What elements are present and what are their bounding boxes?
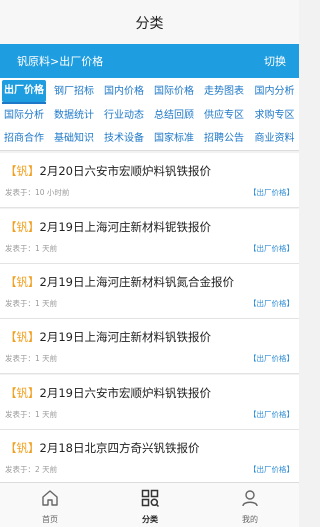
item-title-text: 2月18日北京四方奇兴钒铁报价	[39, 441, 200, 455]
tab-business-materials[interactable]: 商业资料	[250, 127, 299, 151]
nav-home[interactable]: 首页	[0, 483, 100, 527]
tab-steel-bidding[interactable]: 钢厂招标	[50, 80, 98, 104]
item-meta: 发表于：2 天前	[5, 465, 58, 474]
tab-summary-review[interactable]: 总结回顾	[150, 104, 198, 128]
tab-data-statistics[interactable]: 数据统计	[50, 104, 98, 128]
item-title: 【钒】2月19日上海河庄新材料钒氮合金报价	[5, 274, 234, 290]
article-list: 【钒】2月20日六安市宏顺炉料钒铁报价 发表于：10 小时前 【出厂价格】 【钒…	[0, 151, 299, 482]
item-category[interactable]: 【出厂价格】	[249, 298, 294, 309]
item-meta: 发表于：1 天前	[5, 354, 58, 363]
tab-trend-chart[interactable]: 走势图表	[200, 80, 248, 104]
top-header: 分类	[0, 0, 299, 45]
item-title: 【钒】2月18日北京四方奇兴钒铁报价	[5, 440, 199, 456]
item-meta: 发表于：1 天前	[5, 244, 58, 253]
category-tabs: 出厂价格 钢厂招标 国内价格 国际价格 走势图表 国内分析 国际分析 数据统计 …	[0, 78, 299, 151]
list-item[interactable]: 【钒】2月19日上海河庄新材料钒氮合金报价 发表于：1 天前 【出厂价格】	[0, 264, 299, 319]
item-tag: 【钒】	[5, 220, 40, 234]
item-title: 【钒】2月19日上海河庄新材料钒铁报价	[5, 329, 211, 345]
item-title: 【钒】2月20日六安市宏顺炉料钒铁报价	[5, 163, 211, 179]
tab-industry-news[interactable]: 行业动态	[100, 104, 148, 128]
status-bar-fragment	[253, 0, 293, 2]
item-tag: 【钒】	[5, 386, 40, 400]
item-tag: 【钒】	[5, 164, 40, 178]
item-title: 【钒】2月19日上海河庄新材料铌铁报价	[5, 219, 211, 235]
tab-supply-zone[interactable]: 供应专区	[200, 104, 248, 128]
list-item[interactable]: 【钒】2月19日上海河庄新材料铌铁报价 发表于：1 天前 【出厂价格】	[0, 209, 299, 264]
item-category[interactable]: 【出厂价格】	[249, 353, 294, 364]
tab-investment-cooperation[interactable]: 招商合作	[0, 127, 48, 151]
item-title-text: 2月20日六安市宏顺炉料钒铁报价	[39, 164, 211, 178]
tab-purchase-zone[interactable]: 求购专区	[250, 104, 299, 128]
tab-domestic-analysis[interactable]: 国内分析	[250, 80, 299, 104]
item-tag: 【钒】	[5, 275, 40, 289]
item-title-text: 2月19日上海河庄新材料钒氮合金报价	[39, 275, 234, 289]
bottom-tab-bar: 首页 分类 我的	[0, 482, 299, 527]
switch-button[interactable]: 切换	[264, 53, 286, 69]
list-item[interactable]: 【钒】2月19日六安市宏顺炉料钒铁报价 发表于：1 天前 【出厂价格】	[0, 375, 299, 430]
user-icon	[242, 490, 258, 507]
list-item[interactable]: 【钒】2月19日上海河庄新材料钒铁报价 发表于：1 天前 【出厂价格】	[0, 319, 299, 374]
nav-mine-label: 我的	[242, 515, 258, 524]
list-item[interactable]: 【钒】2月18日北京四方奇兴钒铁报价 发表于：2 天前 【出厂价格】	[0, 430, 299, 482]
tab-technical-equipment[interactable]: 技术设备	[100, 127, 148, 151]
nav-home-label: 首页	[42, 515, 58, 524]
item-tag: 【钒】	[5, 441, 40, 455]
item-meta: 发表于：1 天前	[5, 410, 58, 419]
item-meta: 发表于：10 小时前	[5, 188, 70, 197]
tab-basic-knowledge[interactable]: 基础知识	[50, 127, 98, 151]
item-title: 【钒】2月19日六安市宏顺炉料钒铁报价	[5, 385, 211, 401]
list-item[interactable]: 【钒】2月20日六安市宏顺炉料钒铁报价 发表于：10 小时前 【出厂价格】	[0, 153, 299, 208]
nav-category[interactable]: 分类	[100, 483, 200, 527]
item-category[interactable]: 【出厂价格】	[249, 409, 294, 420]
grid-icon	[141, 489, 160, 508]
item-category[interactable]: 【出厂价格】	[249, 464, 294, 475]
item-title-text: 2月19日上海河庄新材料钒铁报价	[39, 330, 211, 344]
breadcrumb-bar: 钒原料>出厂价格 切换	[0, 44, 299, 78]
tab-national-standards[interactable]: 国家标准	[150, 127, 198, 151]
nav-mine[interactable]: 我的	[200, 483, 300, 527]
tab-factory-price[interactable]: 出厂价格	[2, 80, 46, 104]
tab-international-price[interactable]: 国际价格	[150, 80, 198, 104]
item-category[interactable]: 【出厂价格】	[249, 243, 294, 254]
tab-recruitment[interactable]: 招聘公告	[200, 127, 248, 151]
page-title: 分类	[135, 16, 164, 32]
home-icon	[42, 490, 58, 506]
breadcrumb: 钒原料>出厂价格	[17, 55, 104, 68]
tab-international-analysis[interactable]: 国际分析	[0, 104, 48, 128]
item-category[interactable]: 【出厂价格】	[249, 187, 294, 198]
item-title-text: 2月19日六安市宏顺炉料钒铁报价	[39, 386, 211, 400]
item-tag: 【钒】	[5, 330, 40, 344]
nav-category-label: 分类	[142, 515, 158, 524]
tab-domestic-price[interactable]: 国内价格	[100, 80, 148, 104]
item-title-text: 2月19日上海河庄新材料铌铁报价	[39, 220, 211, 234]
item-meta: 发表于：1 天前	[5, 299, 58, 308]
